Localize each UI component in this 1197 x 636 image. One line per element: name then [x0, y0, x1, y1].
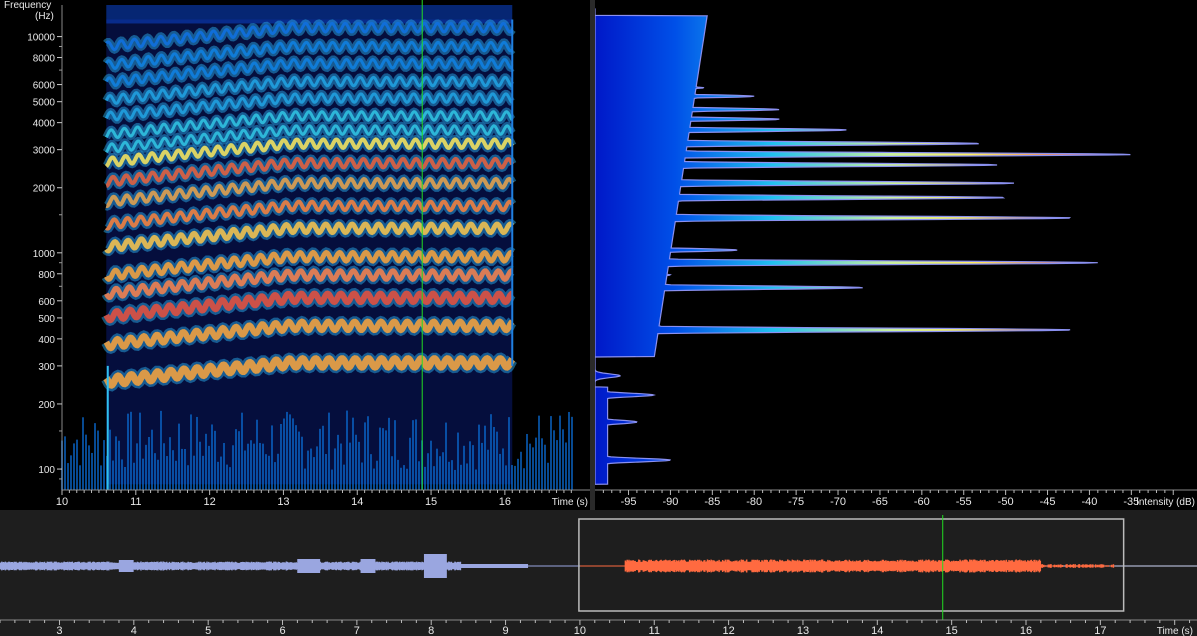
waveform-selected — [580, 559, 1116, 573]
intensity-tick-label: -40 — [1081, 496, 1097, 508]
time-tick-label: 10 — [56, 496, 68, 508]
time-axis-label: Time (s) — [552, 497, 588, 508]
intensity-tick-label: -65 — [872, 496, 888, 508]
overview-time-tick-label: 12 — [722, 625, 734, 636]
overview-time-tick-label: 13 — [797, 625, 809, 636]
intensity-tick-label: -95 — [621, 496, 637, 508]
time-tick-label: 13 — [277, 496, 289, 508]
time-tick-label: 11 — [130, 496, 141, 508]
intensity-tick-label: -90 — [662, 496, 678, 508]
intensity-tick-label: -75 — [788, 496, 804, 508]
time-tick-label: 15 — [425, 496, 437, 508]
overview-time-tick-label: 10 — [574, 625, 586, 636]
time-tick-label: 12 — [204, 496, 216, 508]
freq-tick-label: 400 — [38, 335, 55, 346]
spectrum-panel[interactable]: -95 -90 -85 -80 -75 -70 -65 -60 -55 -50 -45 -40 -35 I… — [595, 0, 1197, 510]
overview-time-tick-label: 16 — [1020, 625, 1032, 636]
overview-time-tick-label: 6 — [279, 625, 285, 636]
intensity-axis-label: Intensity (dB) — [1136, 497, 1195, 508]
freq-tick-label: 800 — [38, 270, 55, 281]
freq-tick-label: 1000 — [33, 249, 56, 260]
overview-time-axis-label: Time (s) — [1157, 626, 1193, 636]
overview-time-tick-label: 8 — [428, 625, 434, 636]
spectrum-plot[interactable]: -95 -90 -85 -80 -75 -70 -65 -60 -55 -50 -45 -40 -35I… — [595, 0, 1197, 510]
spectrum-curve — [595, 8, 1131, 485]
intensity-tick-label: -45 — [1040, 496, 1056, 508]
freq-tick-label: 8000 — [33, 54, 56, 65]
intensity-tick-label: -55 — [956, 496, 972, 508]
overview-waveform[interactable]: 3 4 5 6 7 8 9 10 11 12 13 14 15 16 17 Time (s) — [0, 510, 1197, 636]
intensity-tick-label: -70 — [830, 496, 846, 508]
spectrogram-plot[interactable]: 10000 8000 6000 5000 4000 3000 2000 1000 800 600 5… — [0, 0, 590, 510]
freq-tick-label: 600 — [38, 297, 55, 308]
freq-tick-label: 300 — [38, 362, 55, 373]
intensity-tick-label: -80 — [746, 496, 762, 508]
overview-time-tick-label: 3 — [56, 625, 62, 636]
overview-time-tick-label: 11 — [649, 625, 660, 636]
freq-tick-label: 2000 — [33, 184, 56, 195]
freq-tick-label: 100 — [38, 465, 55, 476]
freq-tick-label: 500 — [38, 314, 55, 325]
spectrogram-panel[interactable]: Frequency (Hz) 10000 8000 6000 5000 4000 3000… — [0, 0, 590, 510]
freq-tick-label: 6000 — [33, 81, 56, 92]
overview-time-tick-label: 5 — [205, 625, 211, 636]
time-tick-label: 14 — [351, 496, 363, 508]
overview-time-tick-label: 17 — [1094, 625, 1106, 636]
overview-time-tick-label: 15 — [946, 625, 958, 636]
overview-waveform-panel[interactable]: 3 4 5 6 7 8 9 10 11 12 13 14 15 16 17 Time (s) — [0, 510, 1197, 636]
freq-tick-label: 4000 — [33, 119, 56, 130]
intensity-tick-label: -85 — [704, 496, 720, 508]
freq-tick-label: 3000 — [33, 146, 56, 157]
intensity-tick-label: -50 — [998, 496, 1014, 508]
intensity-tick-label: -60 — [914, 496, 930, 508]
freq-tick-label: 5000 — [33, 98, 56, 109]
overview-time-tick-label: 7 — [354, 625, 360, 636]
freq-tick-label: 200 — [38, 400, 55, 411]
overview-time-tick-label: 4 — [131, 625, 137, 636]
overview-time-tick-label: 14 — [871, 625, 883, 636]
freq-tick-label: 10000 — [27, 33, 55, 44]
time-tick-label: 16 — [499, 496, 511, 508]
overview-time-tick-label: 9 — [503, 625, 509, 636]
